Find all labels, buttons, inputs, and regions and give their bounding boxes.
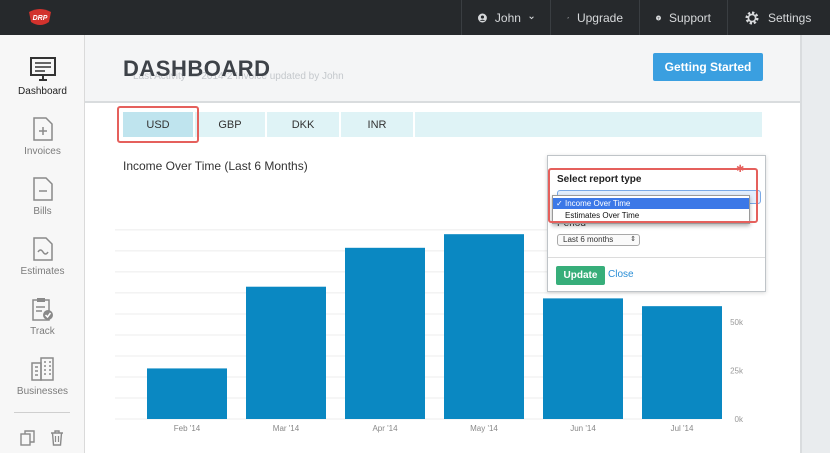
currency-tabs: USD GBP DKK INR: [123, 112, 762, 137]
tab-dkk[interactable]: DKK: [267, 112, 341, 137]
sidebar-item-invoices[interactable]: Invoices: [0, 117, 85, 157]
chart-bar[interactable]: [444, 234, 524, 419]
support-label: Support: [668, 10, 711, 25]
main-content: Last Activity — 2014-2 Invoice updated b…: [85, 35, 830, 453]
user-icon: [478, 13, 487, 22]
popup-divider: [548, 257, 765, 258]
sidebar-item-businesses[interactable]: Businesses: [0, 357, 85, 397]
tab-inr[interactable]: INR: [341, 112, 415, 137]
x-tick-label: Feb '14: [174, 424, 201, 433]
x-tick-label: May '14: [470, 424, 498, 433]
clipboard-check-icon: [31, 298, 53, 321]
chart-bar[interactable]: [147, 368, 227, 419]
sidebar-item-label: Track: [30, 326, 55, 337]
sidebar-item-label: Businesses: [16, 386, 69, 397]
y-tick-label: 50k: [730, 318, 744, 327]
sidebar-item-label: Estimates: [20, 266, 65, 277]
sidebar-item-bills[interactable]: Bills: [0, 177, 85, 217]
chart-bar[interactable]: [246, 286, 326, 419]
period-select[interactable]: Last 6 months ⇕: [557, 234, 640, 246]
select-arrows-icon: ⇕: [630, 236, 636, 243]
sidebar: Dashboard Invoices Bills Estimates Track…: [0, 35, 85, 453]
chart-bar[interactable]: [642, 306, 722, 419]
gear-icon: [745, 11, 759, 24]
chevron-down-icon: [529, 15, 534, 19]
support-link[interactable]: ? Support: [639, 0, 727, 35]
usd-tab-highlight: [117, 106, 199, 143]
x-tick-label: Jun '14: [570, 424, 596, 433]
chart-bar[interactable]: [543, 298, 623, 419]
report-type-highlight: [548, 168, 758, 223]
close-link[interactable]: Close: [608, 269, 634, 280]
update-button[interactable]: Update: [556, 266, 605, 285]
y-tick-label: 0k: [735, 415, 744, 424]
y-tick-label: 25k: [730, 367, 744, 376]
app-logo[interactable]: DRP: [27, 8, 53, 28]
top-bar: DRP John Upgrade ? Support Settings: [0, 0, 830, 35]
svg-text:?: ?: [657, 16, 659, 20]
sidebar-item-dashboard[interactable]: Dashboard: [0, 57, 85, 97]
x-tick-label: Mar '14: [273, 424, 300, 433]
sidebar-item-label: Invoices: [24, 146, 61, 157]
settings-label: Settings: [768, 10, 812, 25]
tab-gbp[interactable]: GBP: [195, 112, 267, 137]
period-value: Last 6 months: [563, 235, 614, 244]
sidebar-item-track[interactable]: Track: [0, 297, 85, 337]
help-icon: ?: [656, 15, 661, 20]
dashboard-header: Last Activity — 2014-2 Invoice updated b…: [85, 35, 800, 103]
upgrade-label: Upgrade: [576, 10, 623, 25]
invoice-icon: [32, 117, 53, 141]
page-title: DASHBOARD: [123, 56, 271, 81]
settings-link[interactable]: Settings: [727, 0, 830, 35]
chart-bar[interactable]: [345, 247, 425, 419]
right-gutter: [800, 35, 830, 453]
upgrade-link[interactable]: Upgrade: [550, 0, 639, 35]
x-tick-label: Jul '14: [671, 424, 694, 433]
bill-icon: [32, 177, 53, 201]
chart-title: Income Over Time (Last 6 Months): [123, 159, 308, 173]
copy-icon[interactable]: [20, 430, 36, 446]
buildings-icon: [30, 357, 54, 381]
sidebar-divider: [14, 412, 70, 413]
getting-started-button[interactable]: Getting Started: [653, 53, 763, 81]
sidebar-item-label: Dashboard: [18, 86, 67, 97]
monitor-icon: [29, 57, 56, 81]
user-menu[interactable]: John: [461, 0, 550, 35]
user-name: John: [494, 10, 521, 25]
rocket-icon: [567, 16, 569, 19]
sidebar-item-estimates[interactable]: Estimates: [0, 237, 85, 277]
trash-icon[interactable]: [50, 430, 64, 446]
logo-text: DRP: [33, 15, 48, 22]
x-tick-label: Apr '14: [372, 424, 398, 433]
sidebar-item-label: Bills: [33, 206, 52, 217]
estimate-icon: [32, 237, 53, 261]
